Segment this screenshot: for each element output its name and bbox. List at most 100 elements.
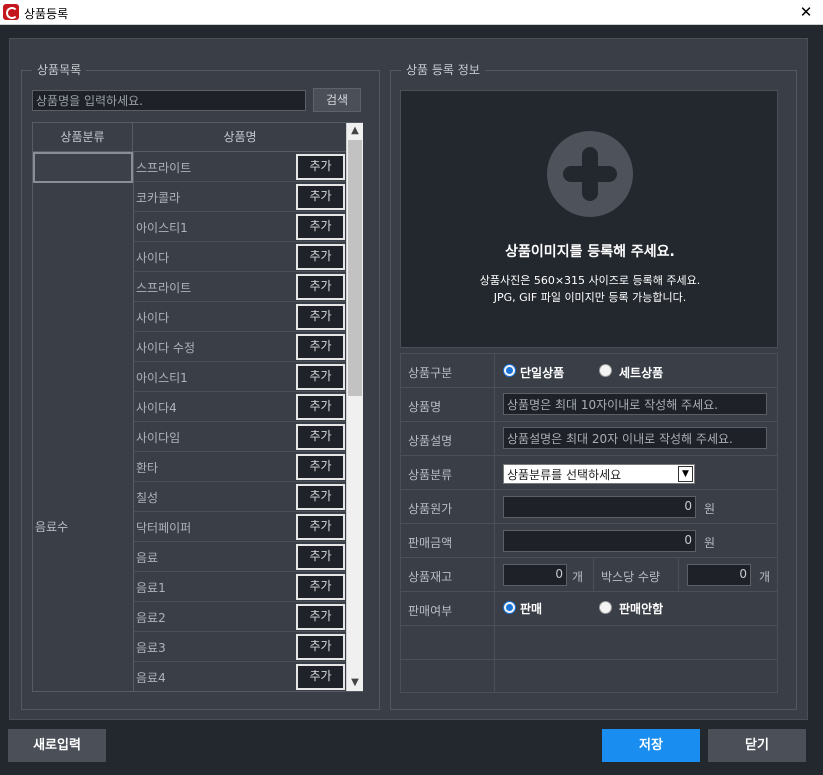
product-name-cell: 닥터페이퍼 — [136, 521, 192, 535]
product-info-title: 상품 등록 정보 — [401, 62, 485, 78]
category-select[interactable]: 상품분류를 선택하세요 ▼ — [503, 464, 695, 484]
product-name-cell: 아이스티1 — [136, 221, 188, 235]
dropdown-arrow-icon[interactable]: ▼ — [678, 466, 693, 482]
add-product-button[interactable]: 추가 — [296, 574, 345, 600]
product-name-cell: 사이다임 — [136, 431, 181, 445]
add-product-button[interactable]: 추가 — [296, 184, 345, 210]
save-button[interactable]: 저장 — [602, 729, 700, 762]
sale-status-label: 판매여부 — [408, 604, 453, 618]
add-product-button[interactable]: 추가 — [296, 394, 345, 420]
product-name-cell: 스프라이트 — [136, 161, 192, 175]
add-product-button[interactable]: 추가 — [296, 364, 345, 390]
single-product-radio[interactable] — [503, 364, 516, 377]
product-type-label: 상품구분 — [408, 366, 453, 380]
table-row[interactable]: 사이다임 추가 — [134, 422, 347, 452]
add-product-button[interactable]: 추가 — [296, 634, 345, 660]
add-product-button[interactable]: 추가 — [296, 244, 345, 270]
table-row[interactable]: 사이다 추가 — [134, 242, 347, 272]
window-title: 상품등록 — [24, 7, 69, 21]
not-on-sale-radio[interactable] — [599, 601, 612, 614]
sale-price-label: 판매금액 — [408, 536, 453, 550]
product-desc-label: 상품설명 — [408, 434, 453, 448]
category-cell[interactable]: 음료수 — [35, 518, 68, 535]
on-sale-radio[interactable] — [503, 601, 516, 614]
new-entry-button[interactable]: 새로입력 — [8, 729, 106, 762]
add-product-button[interactable]: 추가 — [296, 304, 345, 330]
add-product-button[interactable]: 추가 — [296, 664, 345, 690]
search-input[interactable] — [32, 90, 306, 111]
box-quantity-input[interactable]: 0 — [687, 564, 751, 586]
title-bar: 상품등록 ✕ — [0, 0, 823, 25]
table-row[interactable]: 아이스티1 추가 — [134, 212, 347, 242]
not-on-sale-label[interactable]: 판매안함 — [619, 600, 663, 617]
add-product-button[interactable]: 추가 — [296, 424, 345, 450]
on-sale-label[interactable]: 판매 — [520, 600, 542, 617]
cost-unit: 원 — [704, 502, 716, 516]
grid-scrollbar[interactable]: ▲ ▼ — [346, 123, 363, 691]
product-cost-input[interactable]: 0 — [503, 496, 696, 518]
add-product-button[interactable]: 추가 — [296, 484, 345, 510]
add-product-button[interactable]: 추가 — [296, 154, 345, 180]
price-unit: 원 — [704, 536, 716, 550]
add-product-button[interactable]: 추가 — [296, 544, 345, 570]
add-product-button[interactable]: 추가 — [296, 604, 345, 630]
table-row[interactable]: 음료 추가 — [134, 542, 347, 572]
product-name-cell: 음료2 — [136, 611, 166, 625]
search-button[interactable]: 검색 — [313, 88, 361, 112]
close-button[interactable]: 닫기 — [708, 729, 806, 762]
product-name-cell: 사이다 — [136, 311, 170, 325]
product-name-cell: 아이스티1 — [136, 371, 188, 385]
product-cost-label: 상품원가 — [408, 502, 453, 516]
table-row[interactable]: 음료2 추가 — [134, 602, 347, 632]
table-row[interactable]: 사이다4 추가 — [134, 392, 347, 422]
table-row[interactable]: 칠성 추가 — [134, 482, 347, 512]
product-image-upload[interactable]: 상품이미지를 등록해 주세요. 상품사진은 560×315 사이즈로 등록해 주… — [400, 90, 778, 348]
product-name-cell: 칠성 — [136, 491, 159, 505]
product-name-cell: 음료 — [136, 551, 159, 565]
scroll-thumb[interactable] — [348, 140, 362, 396]
table-row[interactable]: 아이스티1 추가 — [134, 362, 347, 392]
add-product-button[interactable]: 추가 — [296, 454, 345, 480]
add-product-button[interactable]: 추가 — [296, 334, 345, 360]
product-grid: 상품분류 상품명 음료수 스프라이트 추가 코카콜라 추가 아이스티1 추가 사이다 추가 스프… — [32, 122, 363, 692]
product-desc-input[interactable]: 상품설명은 최대 20자 이내로 작성해 주세요. — [503, 427, 767, 449]
product-stock-input[interactable]: 0 — [503, 564, 567, 586]
table-row[interactable]: 닥터페이퍼 추가 — [134, 512, 347, 542]
table-row[interactable]: 코카콜라 추가 — [134, 182, 347, 212]
table-row[interactable]: 음료4 추가 — [134, 662, 347, 691]
sale-price-input[interactable]: 0 — [503, 530, 696, 552]
scroll-up-arrow-icon[interactable]: ▲ — [347, 123, 363, 139]
product-name-cell: 음료1 — [136, 581, 166, 595]
set-product-label[interactable]: 세트상품 — [619, 364, 663, 381]
product-name-cell: 코카콜라 — [136, 191, 181, 205]
header-category[interactable]: 상품분류 — [33, 123, 133, 151]
header-product-name[interactable]: 상품명 — [133, 123, 347, 151]
box-quantity-label: 박스당 수량 — [601, 570, 661, 584]
product-rows: 스프라이트 추가 코카콜라 추가 아이스티1 추가 사이다 추가 스프라이트 추가 사이다 추가 사이다… — [134, 152, 347, 691]
scroll-down-arrow-icon[interactable]: ▼ — [347, 675, 363, 691]
stock-unit: 개 — [572, 570, 584, 584]
grid-header: 상품분류 상품명 — [33, 123, 347, 152]
product-category-label: 상품분류 — [408, 468, 453, 482]
add-product-button[interactable]: 추가 — [296, 214, 345, 240]
product-name-cell: 음료4 — [136, 671, 166, 685]
product-name-cell: 사이다4 — [136, 401, 177, 415]
selected-category-cell[interactable] — [33, 152, 133, 183]
set-product-radio[interactable] — [599, 364, 612, 377]
product-name-cell: 사이다 수정 — [136, 341, 196, 355]
add-image-plus-icon[interactable] — [547, 131, 633, 217]
add-product-button[interactable]: 추가 — [296, 514, 345, 540]
table-row[interactable]: 음료3 추가 — [134, 632, 347, 662]
table-row[interactable]: 스프라이트 추가 — [134, 152, 347, 182]
table-row[interactable]: 음료1 추가 — [134, 572, 347, 602]
table-row[interactable]: 환타 추가 — [134, 452, 347, 482]
image-upload-heading: 상품이미지를 등록해 주세요. — [505, 244, 675, 260]
window-close-button[interactable]: ✕ — [789, 0, 823, 25]
single-product-label[interactable]: 단일상품 — [520, 364, 564, 381]
add-product-button[interactable]: 추가 — [296, 274, 345, 300]
product-list-title: 상품목록 — [32, 62, 87, 78]
table-row[interactable]: 사이다 수정 추가 — [134, 332, 347, 362]
table-row[interactable]: 사이다 추가 — [134, 302, 347, 332]
table-row[interactable]: 스프라이트 추가 — [134, 272, 347, 302]
product-name-input[interactable]: 상품명은 최대 10자이내로 작성해 주세요. — [503, 393, 767, 415]
